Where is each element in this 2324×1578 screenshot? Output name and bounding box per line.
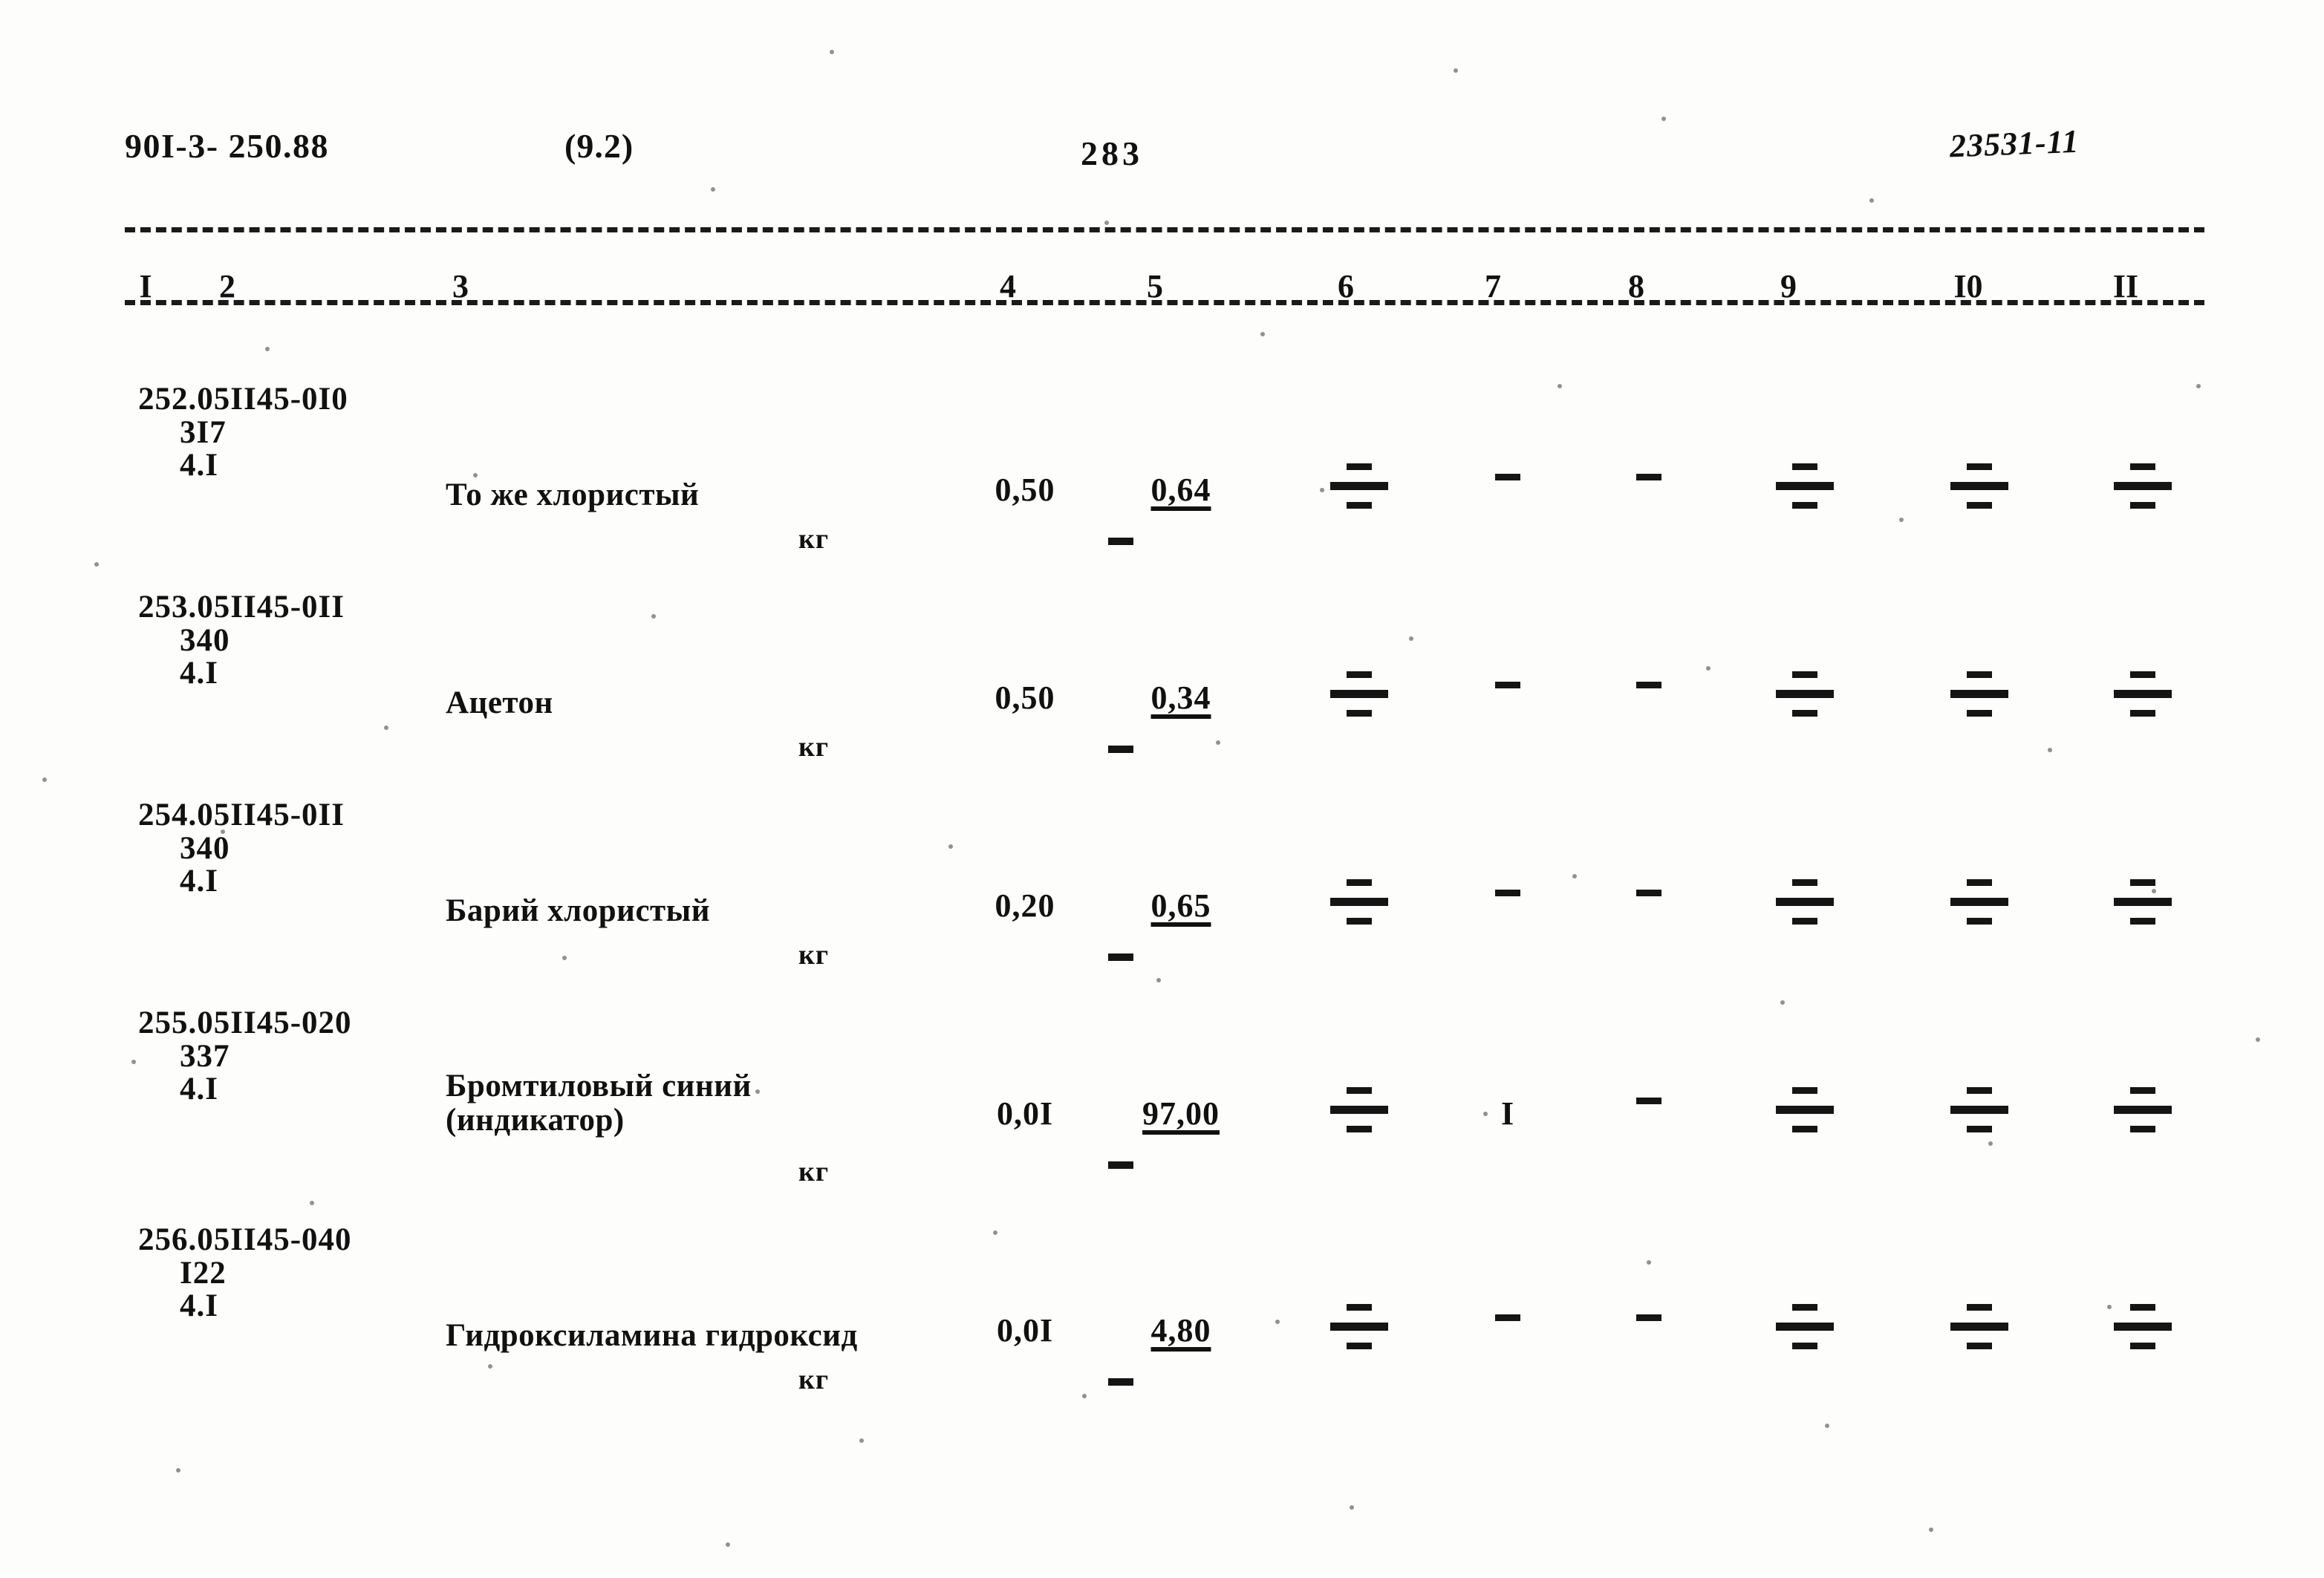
cell-col6 bbox=[1315, 463, 1404, 509]
cell-col8 bbox=[1604, 887, 1693, 900]
row-code-block: 253.05II45-0II 340 4.I bbox=[138, 590, 345, 691]
material-name-line-1: То же хлористый bbox=[446, 477, 700, 512]
material-name-line-1: Ацетон bbox=[446, 685, 553, 720]
row-code-secondary: 3I7 bbox=[180, 414, 227, 450]
row-code-tertiary: 4.I bbox=[180, 448, 218, 483]
column-number-9: 9 bbox=[1780, 268, 1797, 304]
material-name-line-2: (индикатор) bbox=[446, 1102, 625, 1138]
row-code-tertiary: 4.I bbox=[180, 864, 218, 899]
cell-col4: 0,20 bbox=[995, 887, 1055, 924]
document-code: 90I-3- 250.88 bbox=[125, 127, 330, 165]
column-number-7: 7 bbox=[1485, 268, 1501, 304]
cell-col11 bbox=[2098, 463, 2187, 509]
cell-col4: 0,50 bbox=[995, 679, 1055, 716]
cell-col7 bbox=[1463, 471, 1552, 484]
cell-col7 bbox=[1463, 679, 1552, 692]
row-unit: кг bbox=[798, 1364, 830, 1395]
column-number-2: 2 bbox=[219, 268, 235, 304]
cell-col5: 4,80 bbox=[1150, 1312, 1211, 1349]
cell-col5-lower-tick bbox=[1108, 538, 1133, 545]
cell-col4: 0,0I bbox=[996, 1095, 1054, 1132]
row-code-block: 256.05II45-040 I22 4.I bbox=[138, 1222, 352, 1324]
row-code-primary: 253.05II45-0II bbox=[138, 590, 345, 625]
column-number-4: 4 bbox=[1000, 268, 1016, 304]
cell-col10 bbox=[1935, 1304, 2024, 1349]
row-material-name: Гидроксиламина гидроксид bbox=[446, 1319, 858, 1353]
cell-col10 bbox=[1935, 671, 2024, 717]
row-code-tertiary: 4.I bbox=[180, 656, 218, 691]
cell-col9 bbox=[1760, 1304, 1849, 1349]
column-number-10: I0 bbox=[1953, 268, 1983, 304]
row-code-block: 252.05II45-0I0 3I7 4.I bbox=[138, 382, 348, 483]
cell-col7 bbox=[1463, 887, 1552, 900]
cell-col8 bbox=[1604, 1095, 1693, 1108]
row-code-secondary: I22 bbox=[180, 1255, 227, 1291]
cell-col6 bbox=[1315, 1087, 1404, 1132]
row-material-name: Бромтиловый синий (индикатор) bbox=[446, 1069, 752, 1137]
cell-col5: 0,65 bbox=[1150, 887, 1211, 924]
row-material-name: Барий хлористый bbox=[446, 894, 710, 928]
cell-col7: I bbox=[1500, 1095, 1515, 1132]
cell-col5-lower-tick bbox=[1108, 1378, 1133, 1386]
cell-col10 bbox=[1935, 463, 2024, 509]
row-code-secondary: 337 bbox=[180, 1038, 230, 1074]
cell-col11 bbox=[2098, 1087, 2187, 1132]
cell-col6 bbox=[1315, 1304, 1404, 1349]
row-code-primary: 255.05II45-020 bbox=[138, 1005, 352, 1040]
cell-col11 bbox=[2098, 671, 2187, 717]
row-material-name: То же хлористый bbox=[446, 478, 699, 512]
row-code-primary: 256.05II45-040 bbox=[138, 1222, 352, 1257]
row-code-primary: 254.05II45-0II bbox=[138, 798, 345, 832]
material-name-line-1: Гидроксиламина гидроксид bbox=[446, 1318, 858, 1353]
cell-col5-lower-tick bbox=[1108, 746, 1133, 753]
cell-col10 bbox=[1935, 1087, 2024, 1132]
cell-col4: 0,50 bbox=[995, 472, 1055, 508]
cell-col11 bbox=[2098, 879, 2187, 925]
row-code-tertiary: 4.I bbox=[180, 1072, 218, 1107]
cell-col11 bbox=[2098, 1304, 2187, 1349]
cell-col8 bbox=[1604, 471, 1693, 484]
row-code-block: 255.05II45-020 337 4.I bbox=[138, 1005, 352, 1107]
cell-col9 bbox=[1760, 879, 1849, 925]
row-unit: кг bbox=[798, 731, 830, 763]
row-unit: кг bbox=[798, 1156, 830, 1187]
page-number: 283 bbox=[1081, 134, 1143, 172]
cell-col5-lower-tick bbox=[1108, 1161, 1133, 1169]
row-code-tertiary: 4.I bbox=[180, 1288, 218, 1324]
row-code-block: 254.05II45-0II 340 4.I bbox=[138, 798, 345, 899]
row-code-secondary: 340 bbox=[180, 830, 230, 866]
table-top-dashed-rule bbox=[125, 227, 2204, 232]
column-number-8: 8 bbox=[1628, 268, 1644, 304]
cell-col8 bbox=[1604, 1311, 1693, 1325]
cell-col6 bbox=[1315, 671, 1404, 717]
document-variant: (9.2) bbox=[564, 127, 634, 165]
column-number-3: 3 bbox=[452, 268, 469, 304]
cell-col9 bbox=[1760, 463, 1849, 509]
cell-col5: 0,34 bbox=[1150, 679, 1211, 716]
row-unit: кг bbox=[798, 524, 830, 555]
row-code-primary: 252.05II45-0I0 bbox=[138, 382, 348, 417]
column-number-1: I bbox=[139, 268, 152, 304]
row-code-secondary: 340 bbox=[180, 622, 230, 658]
material-name-line-1: Бромтиловый синий bbox=[446, 1069, 752, 1103]
handwritten-archive-code: 23531-11 bbox=[1949, 123, 2080, 165]
material-name-line-1: Барий хлористый bbox=[446, 893, 711, 928]
cell-col10 bbox=[1935, 879, 2024, 925]
cell-col9 bbox=[1760, 671, 1849, 717]
column-number-6: 6 bbox=[1338, 268, 1354, 304]
cell-col5-lower-tick bbox=[1108, 953, 1133, 961]
cell-col7 bbox=[1463, 1311, 1552, 1325]
cell-col9 bbox=[1760, 1087, 1849, 1132]
cell-col5: 97,00 bbox=[1142, 1095, 1220, 1132]
cell-col8 bbox=[1604, 679, 1693, 692]
column-number-5: 5 bbox=[1147, 268, 1163, 304]
cell-col4: 0,0I bbox=[996, 1312, 1054, 1349]
cell-col5: 0,64 bbox=[1150, 472, 1211, 508]
cell-col6 bbox=[1315, 879, 1404, 925]
column-number-11: II bbox=[2112, 268, 2139, 304]
row-unit: кг bbox=[798, 939, 830, 971]
row-material-name: Ацетон bbox=[446, 686, 553, 720]
scanned-document-page: 90I-3- 250.88 (9.2) 283 23531-11 I 2 3 4… bbox=[0, 0, 2324, 1578]
